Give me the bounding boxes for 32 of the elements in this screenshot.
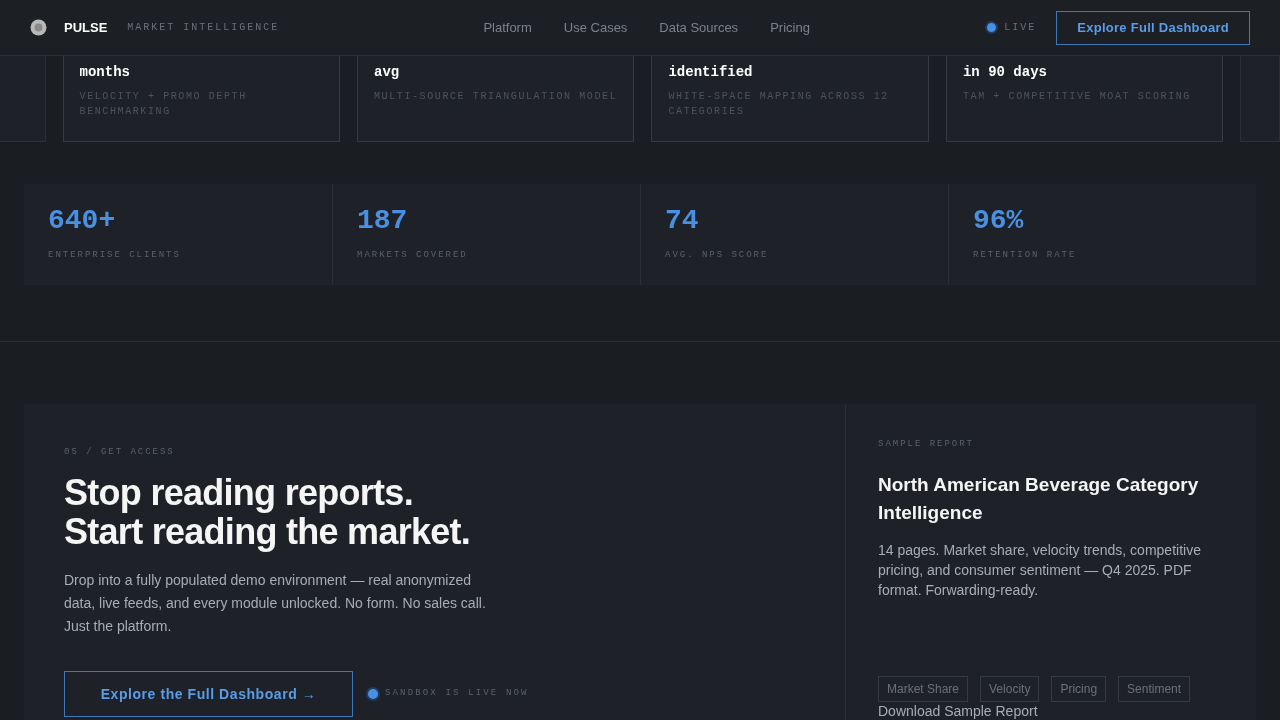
headline: Stop reading reports. Start reading the market. xyxy=(64,473,472,551)
brand-name: PULSE xyxy=(64,18,108,37)
stat-label: MARKETS COVERED xyxy=(357,249,469,262)
explore-dashboard-button[interactable]: Explore Full Dashboard xyxy=(1056,10,1250,45)
report-tag: Pricing xyxy=(1051,676,1107,702)
report-tag: Sentiment xyxy=(1118,676,1191,702)
case-title: in 90 days xyxy=(962,63,1048,81)
stat-label: RETENTION RATE xyxy=(973,249,1078,262)
sandbox-status: SANDBOX IS LIVE NOW xyxy=(385,687,529,701)
stat-value: 640+ xyxy=(48,205,117,237)
report-tag: Market Share xyxy=(878,676,969,702)
access-description: Drop into a fully populated demo environment — real anonymized data, live feeds, and every module unlocked. No form. No sales call. Just the platform. xyxy=(64,571,487,636)
case-title: identified xyxy=(668,63,754,81)
report-description: 14 pages. Market share, velocity trends, competitive pricing, and consumer sentiment — Q4 2025. PDF format. Forwarding-ready. xyxy=(878,541,1202,600)
stat-value: 96% xyxy=(973,205,1025,237)
nav-link[interactable]: Use Cases xyxy=(563,17,628,38)
report-eyebrow: SAMPLE REPORT xyxy=(878,437,975,451)
case-title: avg xyxy=(374,63,401,81)
explore-full-dashboard-button[interactable]: Explore the Full Dashboard → xyxy=(64,671,353,717)
brand-tagline: MARKET INTELLIGENCE xyxy=(127,21,280,35)
stat-label: ENTERPRISE CLIENTS xyxy=(48,249,182,262)
stat-value: 74 xyxy=(665,205,700,237)
logo-icon xyxy=(30,19,47,36)
nav-link[interactable]: Pricing xyxy=(770,17,810,38)
nav-link[interactable]: Platform xyxy=(483,17,532,38)
nav-link[interactable]: Data Sources xyxy=(659,17,739,38)
download-report-link[interactable]: Download Sample Report xyxy=(878,702,1216,720)
stat-value: 187 xyxy=(357,205,409,237)
report-tag: Velocity xyxy=(980,676,1040,702)
live-label: LIVE xyxy=(1004,21,1037,35)
case-title: months xyxy=(79,63,131,81)
report-title: North American Beverage Category Intelligence xyxy=(878,473,1200,525)
